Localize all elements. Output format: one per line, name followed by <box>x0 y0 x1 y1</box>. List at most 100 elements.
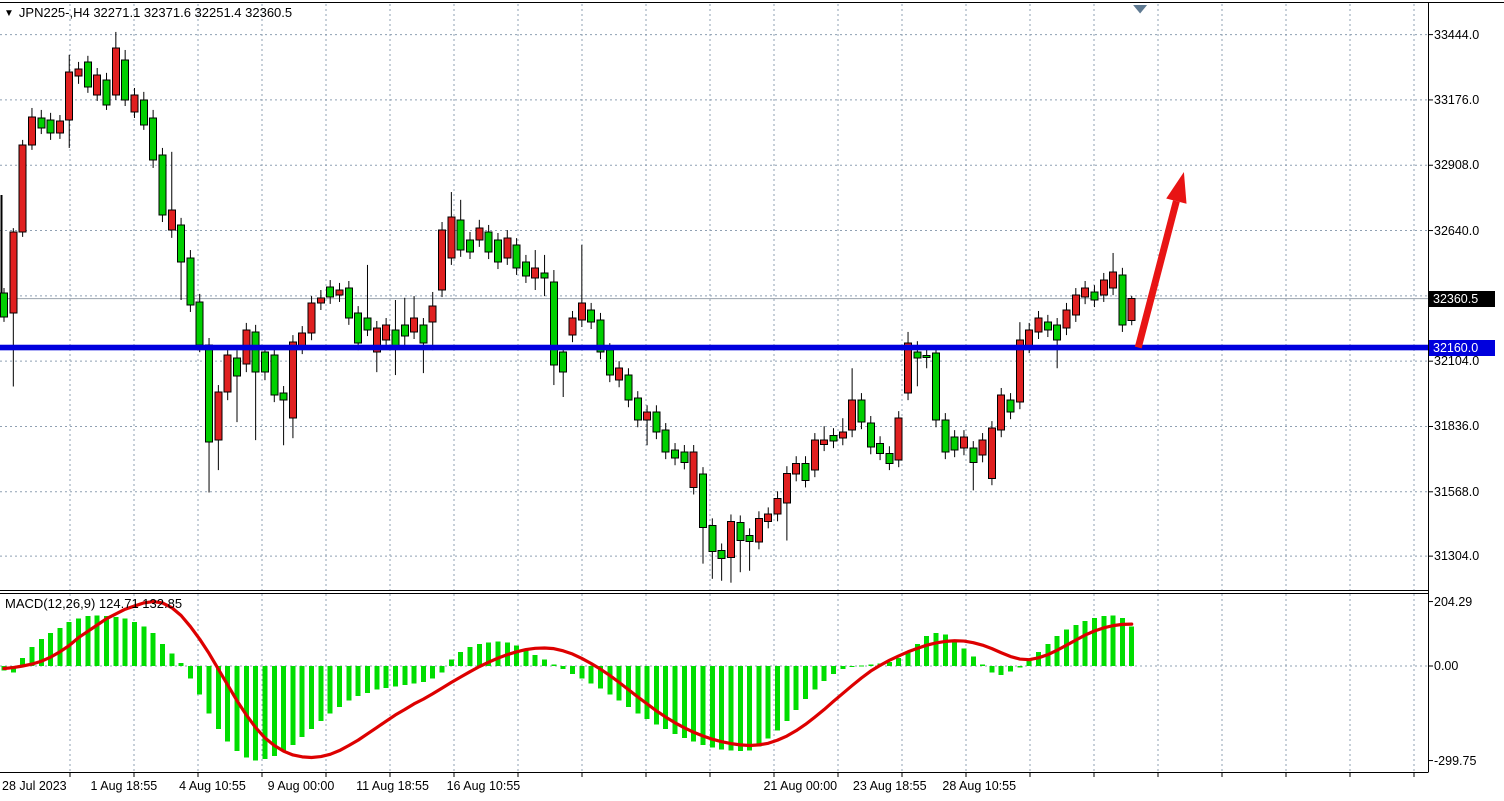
candle-body <box>877 443 884 453</box>
candle-body <box>513 245 520 268</box>
candle-body <box>830 435 837 441</box>
candle-body <box>522 262 529 276</box>
candle-body <box>998 395 1005 430</box>
title-text: JPN225-,H4 32271.1 32371.6 32251.4 32360… <box>19 5 292 20</box>
macd-bar <box>812 666 817 690</box>
time-axis-label: 21 Aug 00:00 <box>763 779 837 793</box>
macd-bar <box>309 666 314 729</box>
macd-axis-label: 0.00 <box>1434 659 1458 673</box>
candle-body <box>47 120 54 133</box>
macd-bar <box>701 666 706 745</box>
candle-body <box>383 325 390 340</box>
candle-body <box>616 368 623 380</box>
macd-bar <box>262 666 267 759</box>
candle-body <box>224 355 231 392</box>
time-axis-label: 9 Aug 00:00 <box>268 779 335 793</box>
candle-body <box>886 453 893 463</box>
candlestick-series[interactable] <box>1 32 1136 583</box>
macd-bar <box>169 653 174 666</box>
macd-bar <box>561 666 566 669</box>
candle-body <box>802 463 809 480</box>
candle-body <box>569 318 576 335</box>
macd-bar <box>775 666 780 731</box>
candle-body <box>644 412 651 420</box>
candle-body <box>672 450 679 458</box>
macd-bar <box>533 655 538 666</box>
macd-bar <box>141 627 146 666</box>
candle-body <box>467 240 474 252</box>
macd-bar <box>412 666 417 683</box>
candle-body <box>578 303 585 320</box>
candle-body <box>178 225 185 262</box>
candle-body <box>681 452 688 462</box>
candle-body <box>755 518 762 542</box>
macd-bar <box>281 666 286 751</box>
macd-bar <box>999 666 1004 675</box>
candle-body <box>131 95 138 112</box>
candle-body <box>793 463 800 474</box>
macd-bar <box>337 666 342 707</box>
candle-body <box>56 121 63 133</box>
candle-body <box>988 428 995 478</box>
macd-bar <box>980 664 985 666</box>
price-axis-label: 33176.0 <box>1434 93 1479 107</box>
candle-body <box>933 353 940 420</box>
candle-body <box>560 352 567 372</box>
macd-bar <box>421 666 426 682</box>
candle-body <box>504 238 511 258</box>
macd-bar <box>495 641 500 666</box>
price-axis-label: 31568.0 <box>1434 485 1479 499</box>
macd-bar <box>402 666 407 685</box>
macd-bar <box>542 660 547 666</box>
level-price-tag: 32160.0 <box>1429 340 1495 356</box>
candle-body <box>634 398 641 420</box>
candle-body <box>606 350 613 375</box>
candle-body <box>1082 288 1089 297</box>
candle-body <box>66 72 73 120</box>
candle-body <box>345 288 352 318</box>
macd-bar <box>934 633 939 666</box>
macd-bar <box>1129 627 1134 666</box>
trend-arrow-annotation[interactable] <box>1138 172 1186 347</box>
candle-body <box>327 287 334 297</box>
candle-body <box>821 440 828 444</box>
macd-bar <box>328 666 333 713</box>
candle-body <box>1044 322 1051 330</box>
macd-bar <box>300 666 305 737</box>
macd-bar <box>458 652 463 666</box>
macd-bar <box>188 666 193 679</box>
macd-bar <box>859 665 864 666</box>
macd-bar <box>123 619 128 666</box>
macd-bar <box>151 633 156 666</box>
candle-body <box>103 80 110 105</box>
macd-bar <box>784 666 789 721</box>
candle-body <box>774 498 781 514</box>
horizontal-level-line[interactable] <box>0 345 1428 351</box>
candle-body <box>550 282 557 365</box>
macd-bar <box>132 622 137 666</box>
macd-bar <box>253 666 258 761</box>
candle-body <box>476 228 483 240</box>
candle-body <box>960 437 967 448</box>
candle-body <box>411 318 418 332</box>
candle-body <box>317 298 324 303</box>
macd-bar <box>440 666 445 672</box>
candle-body <box>1128 299 1135 321</box>
candle-body <box>1110 272 1117 288</box>
chart-canvas[interactable] <box>0 0 1504 801</box>
macd-bar <box>896 658 901 666</box>
candle-body <box>588 310 595 322</box>
time-axis-label: 1 Aug 18:55 <box>91 779 158 793</box>
macd-bar <box>160 644 165 666</box>
candle-body <box>10 232 17 313</box>
candle-body <box>485 232 492 252</box>
macd-bar <box>1008 666 1013 672</box>
macd-bar <box>85 616 90 666</box>
candle-body <box>765 514 772 521</box>
macd-bar <box>952 641 957 666</box>
macd-indicator-label: MACD(12,26,9) 124.71 132.85 <box>5 597 182 611</box>
macd-bar <box>607 666 612 694</box>
macd-bar <box>803 666 808 699</box>
chevron-down-icon[interactable]: ▼ <box>4 8 14 19</box>
candle-body <box>401 325 408 336</box>
